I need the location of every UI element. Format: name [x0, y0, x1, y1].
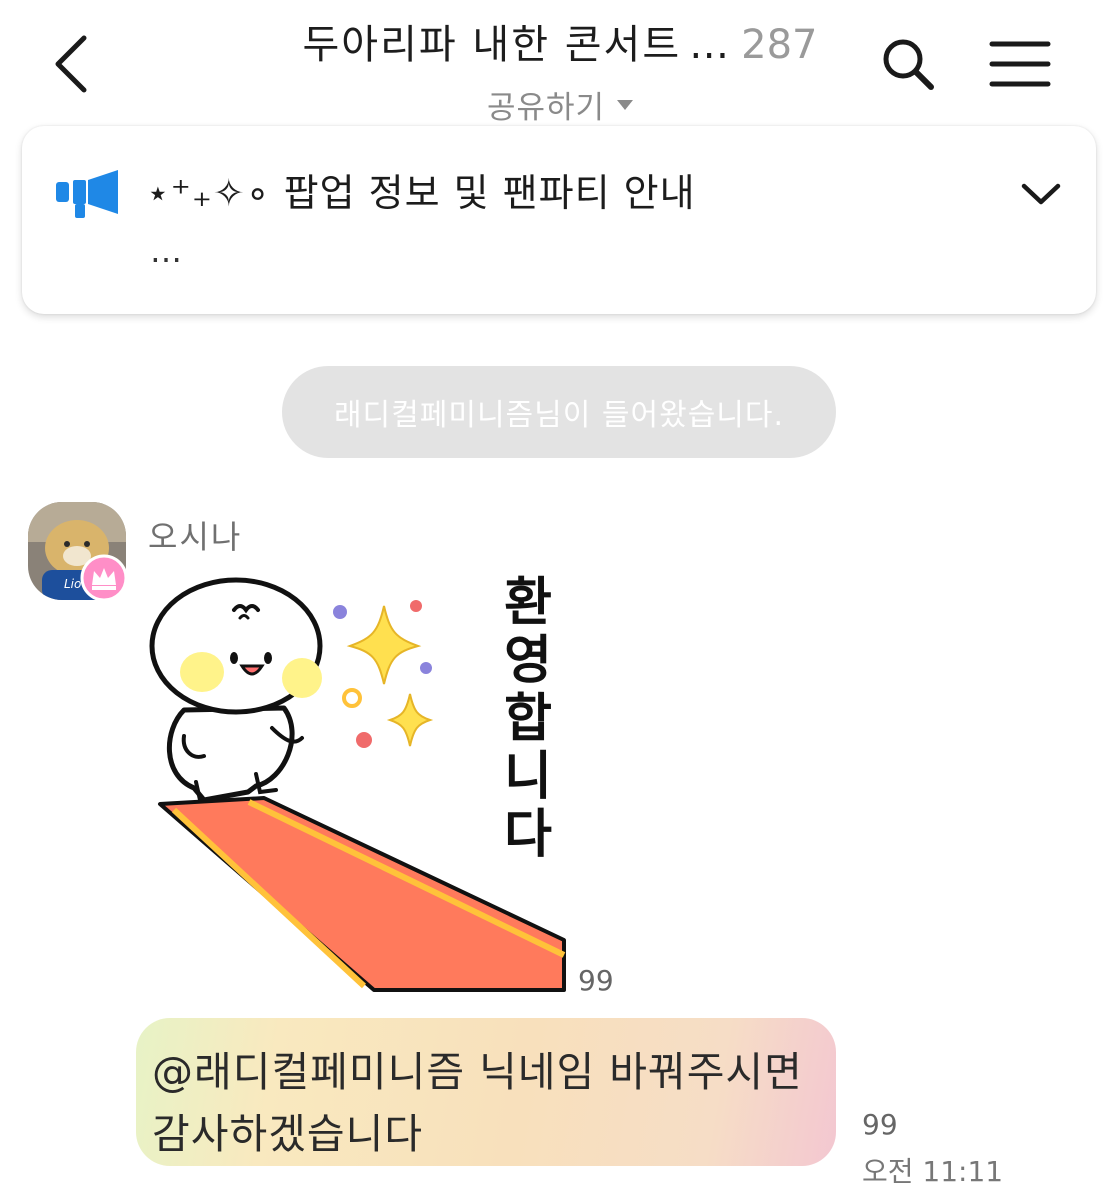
chat-room-title: 두아리파 내한 콘서트: [302, 22, 682, 68]
chat-header: 두아리파 내한 콘서트 … 287 공유하기: [0, 0, 1118, 128]
welcome-sticker[interactable]: 환영합니다: [144, 560, 574, 992]
notice-banner[interactable]: ⋆⁺₊✧∘ 팝업 정보 및 팬파티 안내 …: [22, 126, 1096, 314]
message-timestamp: 오전 11:11: [862, 1155, 1004, 1188]
chat-title-area: 두아리파 내한 콘서트 … 287 공유하기: [280, 12, 840, 127]
back-button[interactable]: [40, 26, 110, 102]
share-dropdown[interactable]: 공유하기: [280, 82, 840, 127]
sender-name: 오시나: [148, 518, 243, 556]
svg-text:Lio: Lio: [64, 577, 81, 591]
chat-room-screen: 두아리파 내한 콘서트 … 287 공유하기 ⋆⁺₊✧∘ 팝업 정보 및 팬파티…: [0, 0, 1118, 1200]
search-button[interactable]: [876, 32, 940, 96]
message-text-line1: @래디컬페미니즘 닉네임 바꿔주시면: [152, 1048, 803, 1096]
system-message-text: 래디컬페미니즘님이 들어왔습니다.: [333, 398, 785, 433]
system-message: 래디컬페미니즘님이 들어왔습니다.: [282, 366, 836, 458]
megaphone-icon: [56, 170, 118, 218]
member-count: 287: [741, 22, 818, 68]
chevron-left-icon: [55, 35, 87, 93]
message-text-line2: 감사하겠습니다: [152, 1110, 424, 1158]
notice-text: ⋆⁺₊✧∘ 팝업 정보 및 팬파티 안내: [146, 171, 696, 215]
search-icon: [883, 39, 934, 90]
share-label: 공유하기: [486, 90, 606, 126]
caret-down-icon: [617, 99, 634, 110]
read-count: 99: [578, 964, 614, 997]
read-count: 99: [862, 1108, 898, 1141]
message-bubble[interactable]: @래디컬페미니즘 닉네임 바꿔주시면 감사하겠습니다: [136, 1018, 836, 1166]
menu-button[interactable]: [984, 34, 1056, 94]
crown-icon: [80, 554, 128, 602]
hamburger-menu-icon: [989, 41, 1051, 87]
chat-title-line[interactable]: 두아리파 내한 콘서트 … 287: [280, 12, 840, 70]
sticker-caption: 환영합니다: [504, 573, 552, 865]
chevron-down-icon[interactable]: [1012, 172, 1070, 216]
notice-more: …: [150, 232, 186, 270]
title-ellipsis: …: [689, 22, 730, 68]
